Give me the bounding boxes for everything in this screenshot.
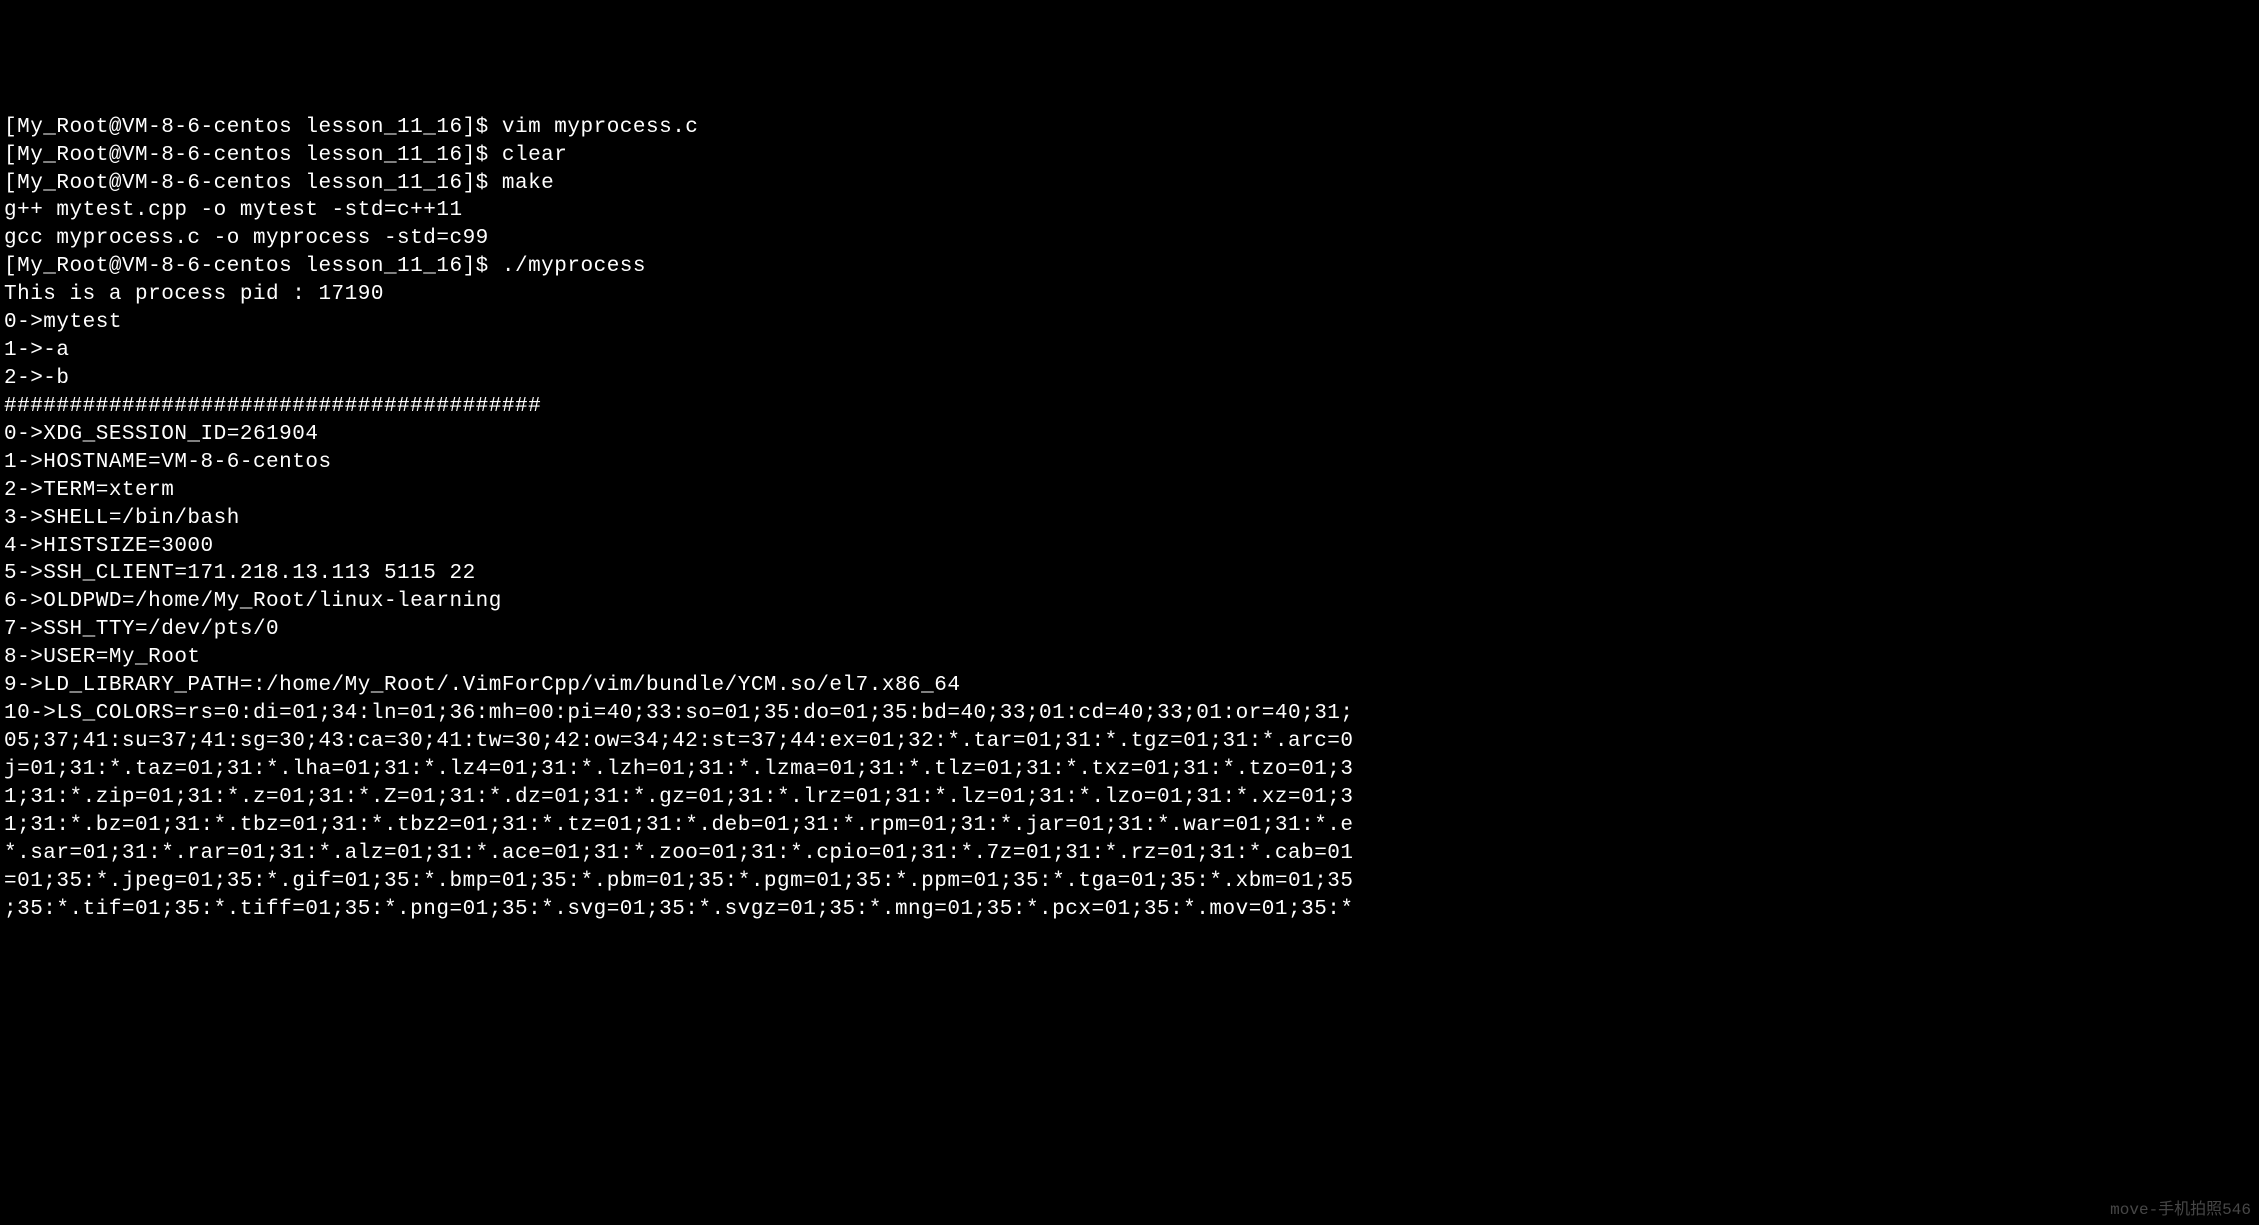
watermark-text: move-手机拍照546 [2110,1200,2251,1221]
terminal-line: =01;35:*.jpeg=01;35:*.gif=01;35:*.bmp=01… [4,868,2255,896]
terminal-line: 05;37;41:su=37;41:sg=30;43:ca=30;41:tw=3… [4,728,2255,756]
terminal-line: 0->mytest [4,309,2255,337]
terminal-line: [My_Root@VM-8-6-centos lesson_11_16]$ ./… [4,253,2255,281]
terminal-output[interactable]: [My_Root@VM-8-6-centos lesson_11_16]$ vi… [4,114,2255,924]
terminal-line: 8->USER=My_Root [4,644,2255,672]
terminal-line: 9->LD_LIBRARY_PATH=:/home/My_Root/.VimFo… [4,672,2255,700]
terminal-line: 1;31:*.bz=01;31:*.tbz=01;31:*.tbz2=01;31… [4,812,2255,840]
terminal-line: [My_Root@VM-8-6-centos lesson_11_16]$ vi… [4,114,2255,142]
terminal-line: *.sar=01;31:*.rar=01;31:*.alz=01;31:*.ac… [4,840,2255,868]
terminal-line: 7->SSH_TTY=/dev/pts/0 [4,616,2255,644]
terminal-line: 4->HISTSIZE=3000 [4,533,2255,561]
terminal-line: 6->OLDPWD=/home/My_Root/linux-learning [4,588,2255,616]
terminal-line: ########################################… [4,393,2255,421]
terminal-line: [My_Root@VM-8-6-centos lesson_11_16]$ ma… [4,170,2255,198]
terminal-line: 2->-b [4,365,2255,393]
terminal-line: 1->HOSTNAME=VM-8-6-centos [4,449,2255,477]
terminal-line: This is a process pid : 17190 [4,281,2255,309]
terminal-line: 1;31:*.zip=01;31:*.z=01;31:*.Z=01;31:*.d… [4,784,2255,812]
terminal-line: 1->-a [4,337,2255,365]
terminal-line: 2->TERM=xterm [4,477,2255,505]
terminal-line: [My_Root@VM-8-6-centos lesson_11_16]$ cl… [4,142,2255,170]
terminal-line: gcc myprocess.c -o myprocess -std=c99 [4,225,2255,253]
terminal-line: 10->LS_COLORS=rs=0:di=01;34:ln=01;36:mh=… [4,700,2255,728]
terminal-line: 5->SSH_CLIENT=171.218.13.113 5115 22 [4,560,2255,588]
terminal-line: 0->XDG_SESSION_ID=261904 [4,421,2255,449]
terminal-line: g++ mytest.cpp -o mytest -std=c++11 [4,197,2255,225]
terminal-line: ;35:*.tif=01;35:*.tiff=01;35:*.png=01;35… [4,896,2255,924]
terminal-line: j=01;31:*.taz=01;31:*.lha=01;31:*.lz4=01… [4,756,2255,784]
terminal-line: 3->SHELL=/bin/bash [4,505,2255,533]
